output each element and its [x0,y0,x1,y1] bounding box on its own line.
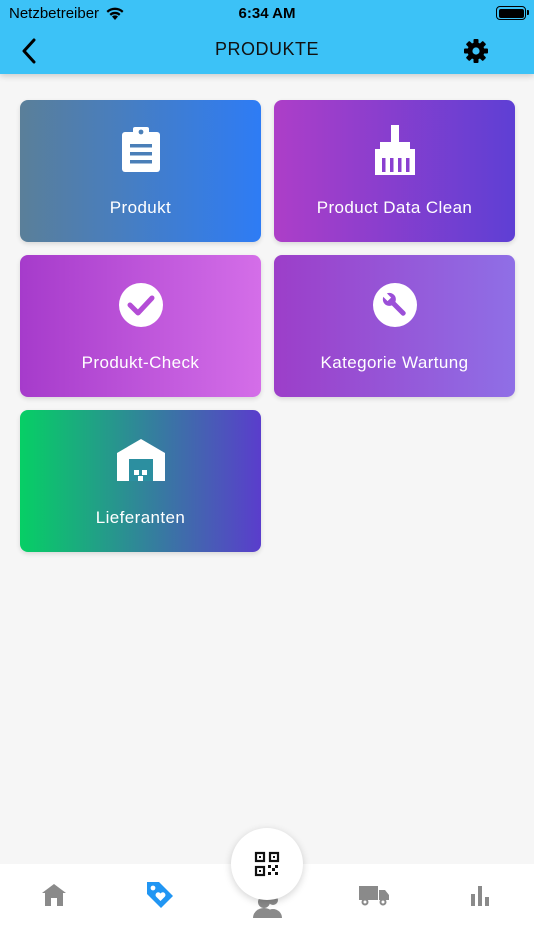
tile-label: Produkt-Check [81,353,200,372]
warehouse-icon [116,439,165,481]
home-icon [42,884,66,906]
tile-label: Kategorie Wartung [320,353,469,372]
tile-produkt[interactable]: Produkt [20,100,261,242]
battery-icon [496,6,529,20]
tile-product-data-clean[interactable]: Product Data Clean [274,100,515,242]
gear-icon [464,39,488,63]
tile-produkt-check[interactable]: Produkt-Check [20,255,261,397]
nav-bar: PRODUKTE [0,28,534,74]
qr-scan-button[interactable] [231,828,303,900]
check-circle-icon [118,283,163,327]
status-time: 6:34 AM [238,5,296,22]
status-bar: Netzbetreiber 6:34 AM [0,0,534,28]
tag-heart-icon [147,882,173,908]
tab-statistics[interactable] [450,884,510,934]
tile-label: Produkt [109,198,172,217]
tile-lieferanten[interactable]: Lieferanten [20,410,261,552]
tile-label: Product Data Clean [316,198,473,217]
page-title: PRODUKTE [214,39,319,59]
tile-kategorie-wartung[interactable]: Kategorie Wartung [274,255,515,397]
wrench-icon [372,283,417,327]
tile-label: Lieferanten [95,508,186,527]
qr-code-icon [254,851,280,877]
tab-home[interactable] [24,884,84,934]
settings-button[interactable] [460,35,492,67]
tab-products[interactable] [130,880,190,930]
tab-customers[interactable] [237,894,297,944]
clipboard-icon [121,127,160,172]
bar-chart-icon [471,886,489,906]
truck-icon [359,886,389,906]
app-header: Netzbetreiber 6:34 AM PRODUKTE [0,0,534,74]
tab-delivery[interactable] [344,884,404,934]
broom-icon [374,125,415,175]
